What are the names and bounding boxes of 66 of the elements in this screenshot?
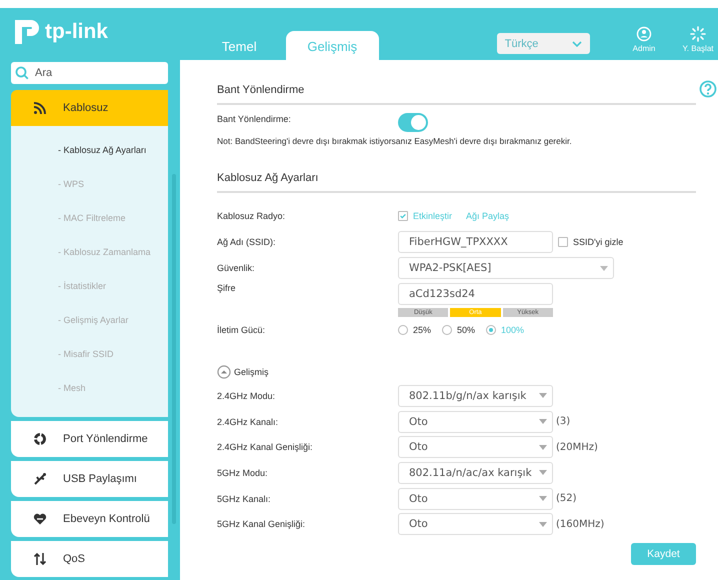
channel-note: (3) bbox=[556, 416, 570, 428]
field-label: 5GHz Kanal Genişliği: bbox=[217, 519, 306, 530]
logo-icon bbox=[12, 17, 42, 47]
channel-note: (20MHz) bbox=[556, 442, 598, 453]
menu-item[interactable]: Kablosuz bbox=[11, 90, 168, 126]
advanced-toggle[interactable]: Gelişmiş bbox=[234, 367, 269, 377]
field-label: 2.4GHz Kanal Genişliği: bbox=[217, 442, 314, 452]
dropdown[interactable]: Oto bbox=[398, 436, 553, 458]
caret-icon[interactable] bbox=[600, 266, 608, 270]
up-down-arrows-icon bbox=[33, 552, 47, 566]
dropdown[interactable]: 802.11b/g/n/ax karışık bbox=[398, 384, 553, 407]
dropdown[interactable]: Oto bbox=[398, 488, 553, 510]
wifi-icon bbox=[33, 101, 47, 115]
field-label: 2.4GHz Kanalı: bbox=[217, 416, 280, 427]
menu-item[interactable]: Port Yönlendirme bbox=[11, 421, 168, 457]
field-label: Güvenlik: bbox=[217, 263, 256, 273]
section-title: Bant Yönlendirme bbox=[217, 78, 696, 105]
field-label: Şifre bbox=[217, 283, 237, 293]
section-title: Kablosuz Ağ Ayarları bbox=[217, 166, 696, 193]
radio-label[interactable]: 25% bbox=[413, 325, 432, 335]
ring-icon bbox=[33, 432, 47, 446]
submenu-item[interactable]: - Kablosuz Ağ Ayarları bbox=[11, 133, 168, 167]
menu-item[interactable]: Ebeveyn Kontrolü bbox=[11, 501, 168, 537]
field-label: 2.4GHz Modu: bbox=[217, 390, 276, 401]
caret-icon[interactable] bbox=[539, 419, 547, 424]
checkbox-label[interactable]: SSID'yi gizle bbox=[573, 237, 624, 247]
field-label: 5GHz Modu: bbox=[217, 468, 269, 478]
password-field[interactable]: aCd123sd24 bbox=[398, 283, 553, 305]
field-label: Bant Yönlendirme: bbox=[217, 114, 292, 124]
collapse-icon[interactable] bbox=[217, 365, 231, 379]
checkbox[interactable] bbox=[398, 211, 408, 221]
field-label: İletim Gücü: bbox=[217, 325, 266, 335]
checkbox[interactable] bbox=[558, 237, 568, 247]
channel-note: (160MHz) bbox=[556, 518, 604, 530]
menu-item[interactable]: USB Paylaşımı bbox=[11, 461, 168, 497]
caret-icon[interactable] bbox=[539, 522, 547, 527]
caret-icon[interactable] bbox=[539, 496, 547, 502]
text-field[interactable]: FiberHGW_TPXXXX bbox=[398, 231, 553, 253]
chevron-down-icon[interactable] bbox=[572, 40, 582, 46]
field-label: 5GHz Kanalı: bbox=[217, 494, 272, 504]
logo-text: tp-link bbox=[45, 20, 108, 44]
search-field[interactable]: Ara bbox=[11, 62, 168, 84]
usb-icon bbox=[33, 472, 47, 486]
radio-button[interactable] bbox=[398, 325, 408, 335]
note-text: Not: BandSteering'i devre dışı bırakmak istiyorsanız EasyMesh'i devre dışı bırakmanız gerekir. bbox=[217, 136, 573, 146]
dropdown[interactable]: Oto bbox=[398, 513, 553, 536]
menu-item[interactable]: QoS bbox=[11, 541, 168, 577]
dropdown[interactable]: WPA2-PSK[AES] bbox=[398, 257, 614, 279]
channel-note: (52) bbox=[556, 493, 577, 504]
radio-button[interactable] bbox=[442, 325, 452, 335]
radio-label[interactable]: 50% bbox=[457, 325, 476, 335]
toggle-switch[interactable] bbox=[398, 113, 428, 132]
help-icon[interactable] bbox=[699, 80, 717, 98]
caret-icon[interactable] bbox=[539, 393, 547, 398]
radio-button[interactable] bbox=[486, 325, 496, 335]
dropdown[interactable]: Oto bbox=[398, 410, 553, 433]
loading-icon[interactable] bbox=[690, 26, 706, 42]
field-label: Ağ Adı (SSID): bbox=[217, 237, 277, 247]
dropdown[interactable]: 802.11a/n/ac/ax karışık bbox=[398, 462, 553, 484]
caret-icon[interactable] bbox=[539, 444, 547, 450]
user-icon[interactable] bbox=[636, 26, 652, 42]
caret-icon[interactable] bbox=[539, 470, 547, 476]
search-icon bbox=[15, 66, 29, 80]
search-input[interactable]: Ara bbox=[33, 66, 157, 80]
field-label: Kablosuz Radyo: bbox=[217, 211, 286, 221]
heart-icon bbox=[33, 512, 47, 526]
